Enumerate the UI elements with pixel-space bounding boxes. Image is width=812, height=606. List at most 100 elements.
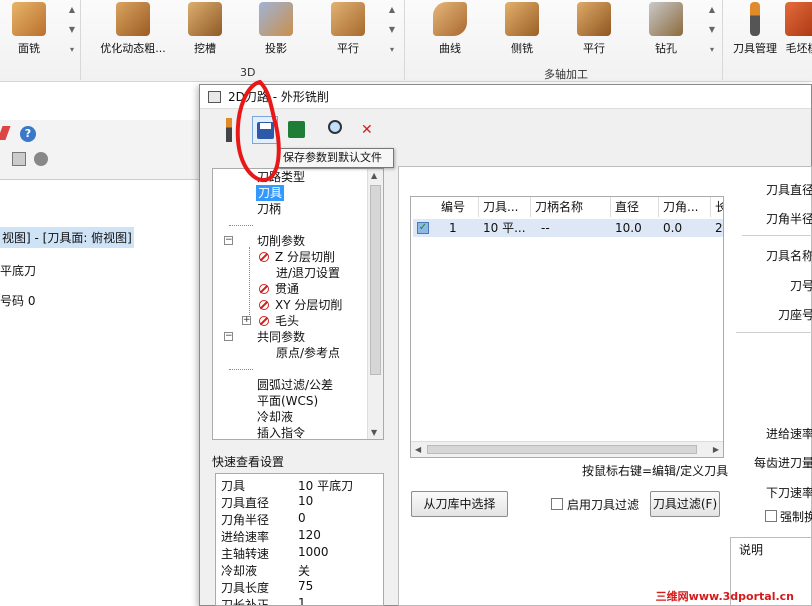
quickview-value: 75 <box>298 579 314 593</box>
ribbon-button-drill[interactable]: 钻孔 <box>646 0 686 60</box>
watermark: 三维网www.3dportal.cn <box>655 590 794 603</box>
column-header[interactable]: 直径 <box>611 197 659 217</box>
tree-item-home-ref[interactable]: 原点/参考点 <box>276 345 340 361</box>
tree-item-multi-passes[interactable]: XY 分层切削 <box>259 297 342 313</box>
tree-item-break-through[interactable]: 贯通 <box>259 281 299 297</box>
ribbon-button-face-mill[interactable]: 面铣 <box>6 0 52 60</box>
column-header[interactable]: 刀柄名称 <box>531 197 611 217</box>
enable-tool-filter-label: 启用刀具过滤 <box>567 498 640 512</box>
table-hscroll[interactable]: ◀ ▶ <box>411 441 723 457</box>
tree-item-tabs[interactable]: 毛头 <box>259 313 299 329</box>
expand-tabs[interactable]: + <box>242 316 251 325</box>
delete-icon: ✕ <box>361 122 373 138</box>
help-icon[interactable]: ? <box>20 126 36 142</box>
ribbon-scroll-arrows-multiaxis[interactable]: ▲ ▼ ▾ <box>706 0 718 60</box>
column-header[interactable]: 刀角... <box>659 197 711 217</box>
column-header[interactable]: 长 <box>711 197 723 217</box>
red-highlight-circle <box>235 80 281 182</box>
ribbon-group-multiaxis: 多轴加工 <box>544 68 588 81</box>
clear-button[interactable]: ✕ <box>356 116 382 144</box>
ribbon-button-curve[interactable]: 曲线 <box>430 0 470 60</box>
ribbon-button-pocket[interactable]: 挖槽 <box>185 0 225 60</box>
seat-number-label: 刀座号 <box>778 308 812 322</box>
tree-item-cut-params[interactable]: 切削参数 <box>257 233 305 249</box>
tree-item-coolant[interactable]: 冷却液 <box>257 409 293 425</box>
quickview-value: 10 <box>298 494 314 508</box>
ribbon-separator <box>80 0 81 80</box>
plunge-rate-label: 下刀速率 <box>766 486 812 500</box>
tree-scroll-thumb[interactable] <box>370 185 381 375</box>
background-toolbar: ? <box>0 120 200 180</box>
ribbon-separator <box>722 0 723 80</box>
tree-item-planes[interactable]: 平面(WCS) <box>257 393 318 409</box>
tool-table: 编号 刀具... 刀柄名称 直径 刀角... 长 ✓ 1 10 平... -- … <box>410 196 724 458</box>
tree-scrollbar[interactable]: ▲ ▼ <box>367 169 383 439</box>
quickview-key: 刀长补正 <box>221 598 270 606</box>
quickview-value: 10 平底刀 <box>298 479 354 493</box>
tree-item-canned-text[interactable]: 插入指令 <box>257 425 305 439</box>
preview-button[interactable] <box>324 116 350 144</box>
dialog-titlebar[interactable]: 2D刀路 - 外形铣削 <box>200 85 811 109</box>
tool-diameter-label: 刀具直径 <box>766 183 812 197</box>
tree-item-arc-filter[interactable]: 圆弧过滤/公差 <box>257 377 333 393</box>
drill-icon <box>649 2 683 36</box>
quickview-key: 刀角半径 <box>221 513 270 527</box>
collapse-cut-params[interactable]: − <box>224 236 233 245</box>
quickview-value: 0 <box>298 511 306 525</box>
table-cell: 0.0 <box>663 221 683 235</box>
tooltip: 保存参数到默认文件 <box>278 148 394 168</box>
ribbon-button-project[interactable]: 投影 <box>256 0 296 60</box>
tool-manager-icon <box>750 2 760 36</box>
tree-item-lead-in-out[interactable]: 进/退刀设置 <box>276 265 340 281</box>
disabled-icon <box>259 284 269 294</box>
disabled-icon <box>259 252 269 262</box>
enable-tool-filter-checkbox[interactable] <box>551 498 563 510</box>
tree-item-linking[interactable]: 共同参数 <box>257 329 305 345</box>
table-cell: 10 平... <box>483 221 526 235</box>
feed-rate-label: 进给速率 <box>766 427 812 441</box>
feed-per-tooth-label: 每齿进刀量 <box>754 456 812 470</box>
save-as-button[interactable] <box>284 116 310 144</box>
quickview-panel: 刀具 10 平底刀 刀具直径 10 刀角半径 0 进给速率 120 主轴转速 1… <box>215 473 384 606</box>
ribbon-scroll-arrows[interactable]: ▲ ▼ ▾ <box>66 0 78 60</box>
column-header[interactable]: 刀具... <box>479 197 531 217</box>
quickview-key: 冷却液 <box>221 564 258 578</box>
tool-name-label: 刀具名称 <box>766 249 812 263</box>
tree-item-depth-cuts[interactable]: Z 分层切削 <box>259 249 335 265</box>
collapse-linking[interactable]: − <box>224 332 233 341</box>
quickview-value: 120 <box>298 528 321 542</box>
face-mill-icon <box>12 2 46 36</box>
swarf-icon <box>505 2 539 36</box>
ribbon-button-swarf[interactable]: 侧铣 <box>502 0 542 60</box>
quickview-key: 主轴转速 <box>221 547 270 561</box>
description-label: 说明 <box>739 543 764 557</box>
window-icon <box>208 91 221 103</box>
ribbon-button-stock-model[interactable]: 毛坯模 <box>782 0 812 60</box>
tool-check-icon: ✓ <box>417 222 429 234</box>
parallel-icon <box>331 2 365 36</box>
table-scroll-thumb[interactable] <box>427 445 697 454</box>
ribbon-button-dynamic-rough[interactable]: 优化动态粗... <box>96 0 170 60</box>
select-from-library-button[interactable]: 从刀库中选择 <box>411 491 508 517</box>
grid-icon[interactable] <box>12 152 26 166</box>
quickview-title: 快速查看设置 <box>212 455 285 469</box>
curve-icon <box>433 2 467 36</box>
quickview-value: 1000 <box>298 545 329 559</box>
tool-table-hint: 按鼠标右键=编辑/定义刀具 <box>582 464 729 478</box>
settings-icon[interactable] <box>34 152 48 166</box>
force-tool-change-checkbox[interactable] <box>765 510 777 522</box>
pocket-icon <box>188 2 222 36</box>
ribbon-button-parallel-multiaxis[interactable]: 平行 <box>574 0 614 60</box>
ribbon-button-parallel[interactable]: 平行 <box>328 0 368 60</box>
ribbon-button-tool-manager[interactable]: 刀具管理 <box>730 0 780 60</box>
table-cell: 1 <box>449 221 457 235</box>
pencil-icon[interactable] <box>0 126 11 140</box>
viewport-info-line: 视图] - [刀具面: 俯视图] <box>0 227 134 248</box>
tool-number-label: 刀号 <box>790 279 812 293</box>
tree-item-holder[interactable]: 刀柄 <box>257 201 281 217</box>
ribbon-scroll-arrows-3d[interactable]: ▲ ▼ ▾ <box>386 0 398 60</box>
tool-filter-button[interactable]: 刀具过滤(F) <box>650 491 720 517</box>
quickview-value: 关 <box>298 564 311 578</box>
magnifier-icon <box>328 120 342 134</box>
column-header[interactable]: 编号 <box>437 197 479 217</box>
